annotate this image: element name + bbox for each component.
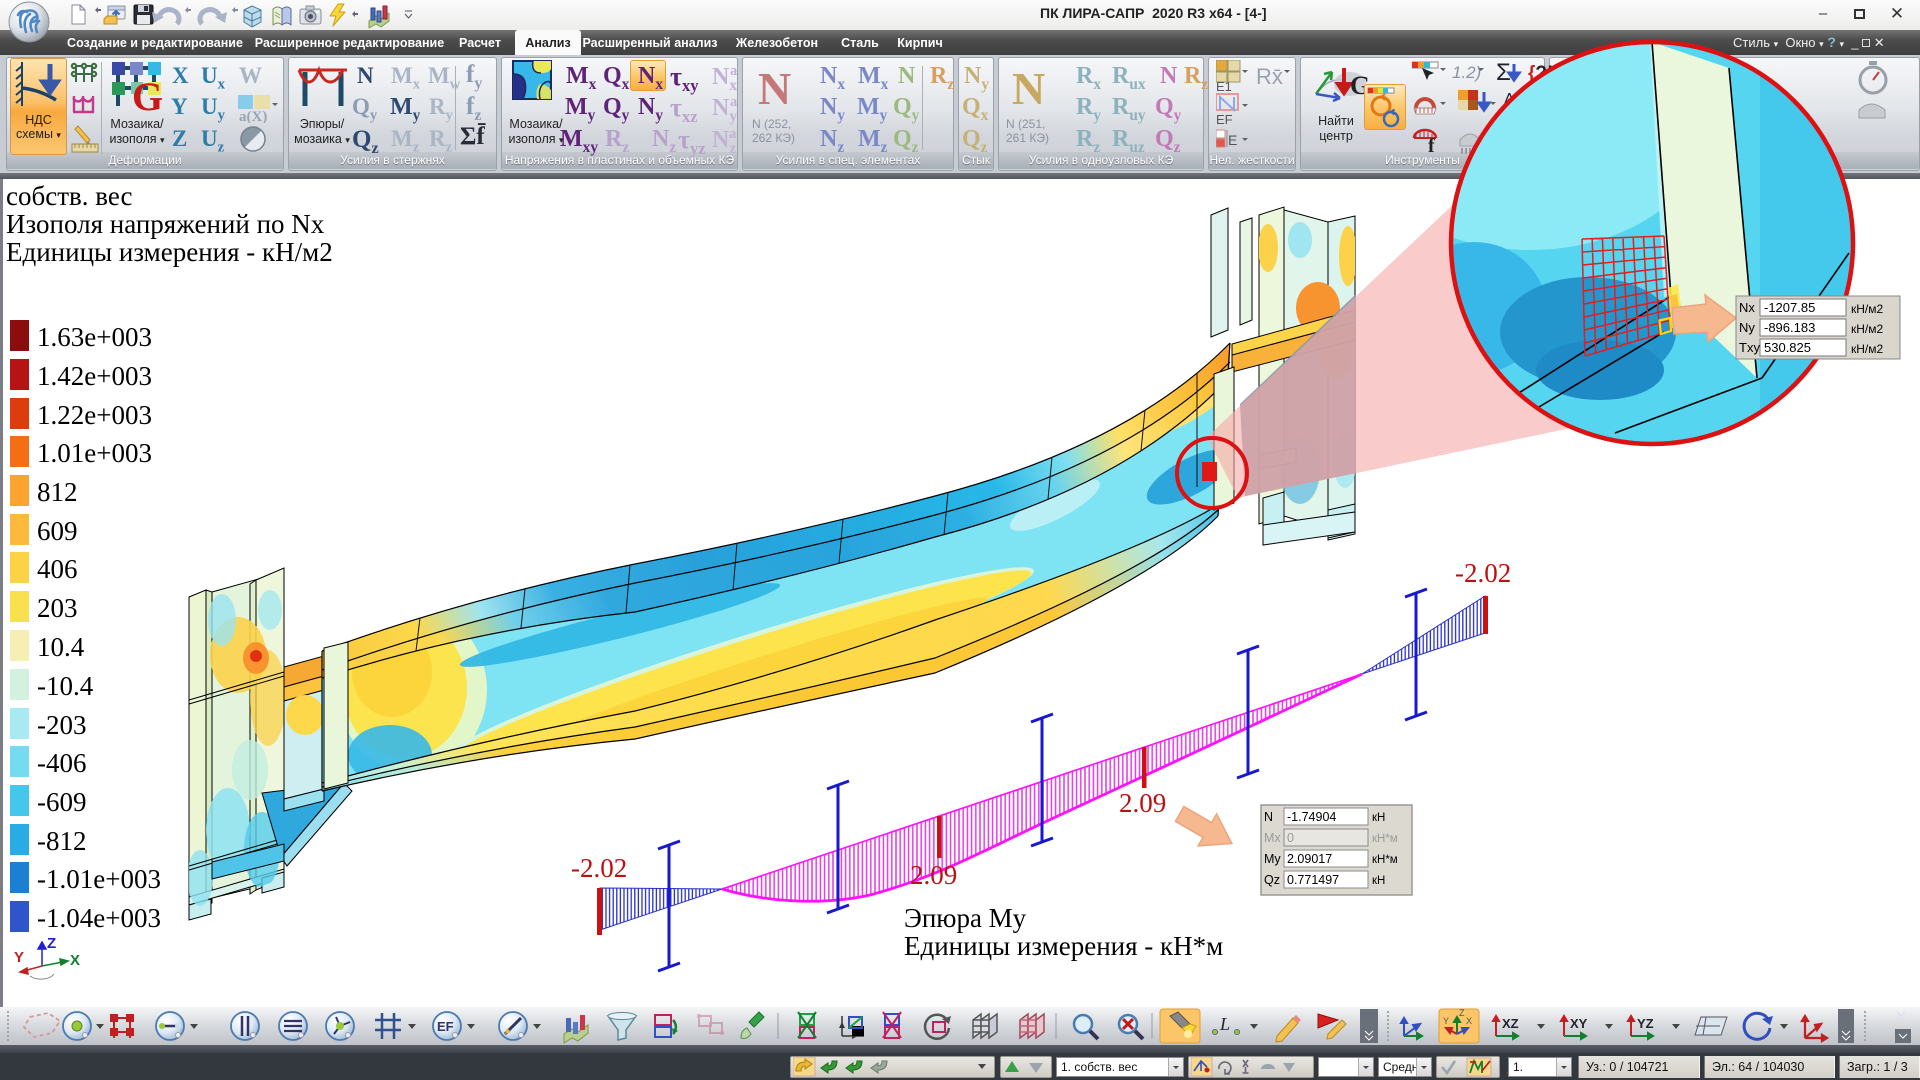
svg-text:кН*м: кН*м xyxy=(1372,854,1398,866)
svg-text:L: L xyxy=(1219,1014,1230,1034)
svg-text:1.22e+003: 1.22e+003 xyxy=(37,400,152,430)
svg-text:кН/м2: кН/м2 xyxy=(1851,322,1884,336)
svg-text:Mx: Mx xyxy=(1264,831,1281,845)
svg-text:-609: -609 xyxy=(37,787,87,817)
svg-text:Единицы измерения - кН*м: Единицы измерения - кН*м xyxy=(904,931,1223,961)
svg-text:Qz: Qz xyxy=(1264,873,1280,887)
svg-text:кН: кН xyxy=(1372,875,1385,887)
svg-text:1.63e+003: 1.63e+003 xyxy=(37,322,152,352)
svg-text:-1.04e+003: -1.04e+003 xyxy=(37,903,161,933)
svg-text:Эпюра My: Эпюра My xyxy=(904,903,1027,933)
svg-text:-2.02: -2.02 xyxy=(571,853,627,883)
svg-text:кН/м2: кН/м2 xyxy=(1851,342,1884,356)
svg-text:812: 812 xyxy=(37,477,78,507)
svg-text:406: 406 xyxy=(37,554,78,584)
svg-text:0.771497: 0.771497 xyxy=(1287,873,1339,887)
svg-text:-10.4: -10.4 xyxy=(37,671,94,701)
svg-text:Z: Z xyxy=(47,935,56,952)
svg-text:Y: Y xyxy=(1443,1016,1449,1026)
svg-text:EF: EF xyxy=(437,1019,454,1034)
svg-text:Y: Y xyxy=(14,949,24,966)
svg-text:X: X xyxy=(1466,1016,1472,1026)
svg-text:Z: Z xyxy=(1459,1008,1465,1018)
svg-text:203: 203 xyxy=(37,593,78,623)
svg-text:кН*м: кН*м xyxy=(1372,833,1398,845)
svg-text:530.825: 530.825 xyxy=(1764,340,1811,355)
svg-text:Ny: Ny xyxy=(1739,320,1755,335)
svg-text:-1207.85: -1207.85 xyxy=(1764,300,1815,315)
svg-text:кН/м2: кН/м2 xyxy=(1851,302,1884,316)
svg-text:2.09: 2.09 xyxy=(1119,788,1166,818)
svg-text:N: N xyxy=(1264,810,1273,824)
svg-text:1.42e+003: 1.42e+003 xyxy=(37,361,152,391)
svg-text:-896.183: -896.183 xyxy=(1764,320,1815,335)
svg-text:Единицы измерения - кН/м2: Единицы измерения - кН/м2 xyxy=(6,237,333,267)
svg-text:YZ: YZ xyxy=(1637,1016,1654,1031)
svg-text:XY: XY xyxy=(1570,1016,1588,1031)
svg-text:-812: -812 xyxy=(37,826,87,856)
svg-text:-406: -406 xyxy=(37,748,87,778)
svg-text:X: X xyxy=(70,952,80,969)
svg-text:1.01e+003: 1.01e+003 xyxy=(37,438,152,468)
svg-text:2.09: 2.09 xyxy=(910,860,957,890)
svg-text:0: 0 xyxy=(1287,831,1294,845)
svg-text:2.09017: 2.09017 xyxy=(1287,852,1332,866)
svg-text:-203: -203 xyxy=(37,710,87,740)
svg-text:-1.01e+003: -1.01e+003 xyxy=(37,864,161,894)
svg-text:XZ: XZ xyxy=(1502,1016,1519,1031)
svg-text:кН: кН xyxy=(1372,812,1385,824)
svg-text:My: My xyxy=(1264,852,1281,866)
svg-text:собств. вес: собств. вес xyxy=(6,181,132,211)
svg-text:10.4: 10.4 xyxy=(37,632,85,662)
svg-text:Nx: Nx xyxy=(1739,300,1755,315)
svg-text:609: 609 xyxy=(37,516,78,546)
svg-text:Txy: Txy xyxy=(1739,340,1760,355)
svg-text:-1.74904: -1.74904 xyxy=(1287,810,1336,824)
svg-text:-2.02: -2.02 xyxy=(1455,558,1511,588)
svg-text:Изополя напряжений по Nx: Изополя напряжений по Nx xyxy=(6,209,325,239)
